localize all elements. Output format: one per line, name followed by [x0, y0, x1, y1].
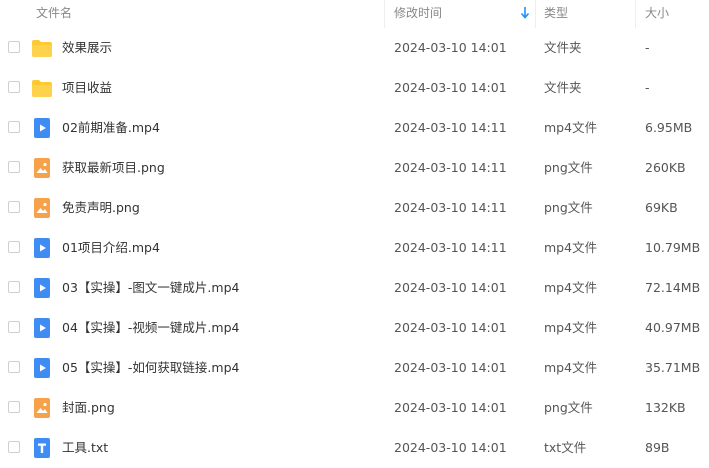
- file-size: 260KB: [645, 160, 686, 175]
- image-file-icon: [31, 397, 53, 419]
- video-file-icon: [31, 317, 53, 339]
- file-name[interactable]: 03【实操】-图文一键成片.mp4: [62, 268, 239, 308]
- file-type: png文件: [544, 400, 593, 415]
- file-modified-time: 2024-03-10 14:01: [394, 40, 507, 55]
- file-type: 文件夹: [544, 40, 582, 55]
- file-size: -: [645, 80, 650, 95]
- file-type: png文件: [544, 200, 593, 215]
- file-row[interactable]: 02前期准备.mp4 2024-03-10 14:11 mp4文件 6.95MB: [0, 108, 709, 148]
- row-checkbox[interactable]: [8, 441, 20, 453]
- column-header-modified-label: 修改时间: [394, 6, 443, 20]
- file-row[interactable]: 获取最新项目.png 2024-03-10 14:11 png文件 260KB: [0, 148, 709, 188]
- sort-descending-icon[interactable]: [519, 6, 531, 20]
- file-name[interactable]: 05【实操】-如何获取链接.mp4: [62, 348, 239, 388]
- file-modified-time: 2024-03-10 14:11: [394, 160, 507, 175]
- file-list-header: 文件名 修改时间 类型 大小: [0, 0, 709, 28]
- file-type: 文件夹: [544, 80, 582, 95]
- text-file-icon: [31, 437, 53, 459]
- row-checkbox[interactable]: [8, 121, 20, 133]
- file-type: mp4文件: [544, 320, 598, 335]
- column-header-modified[interactable]: 修改时间: [384, 0, 535, 28]
- image-file-icon: [31, 157, 53, 179]
- file-size: 89B: [645, 440, 670, 455]
- file-name[interactable]: 封面.png: [62, 388, 115, 428]
- file-type: png文件: [544, 160, 593, 175]
- file-name[interactable]: 工具.txt: [62, 428, 108, 468]
- file-name[interactable]: 获取最新项目.png: [62, 148, 165, 188]
- file-modified-time: 2024-03-10 14:01: [394, 280, 507, 295]
- file-row[interactable]: 免责声明.png 2024-03-10 14:11 png文件 69KB: [0, 188, 709, 228]
- file-row[interactable]: 04【实操】-视频一键成片.mp4 2024-03-10 14:01 mp4文件 40…: [0, 308, 709, 348]
- video-file-icon: [31, 277, 53, 299]
- file-size: 72.14MB: [645, 280, 701, 295]
- file-name[interactable]: 04【实操】-视频一键成片.mp4: [62, 308, 239, 348]
- file-type: mp4文件: [544, 360, 598, 375]
- row-checkbox[interactable]: [8, 401, 20, 413]
- file-modified-time: 2024-03-10 14:01: [394, 360, 507, 375]
- video-file-icon: [31, 117, 53, 139]
- file-row[interactable]: 效果展示 2024-03-10 14:01 文件夹 -: [0, 28, 709, 68]
- file-size: 40.97MB: [645, 320, 701, 335]
- file-type: mp4文件: [544, 120, 598, 135]
- file-name[interactable]: 01项目介绍.mp4: [62, 228, 160, 268]
- file-type: txt文件: [544, 440, 587, 455]
- folder-icon: [31, 37, 53, 59]
- file-size: 6.95MB: [645, 120, 693, 135]
- row-checkbox[interactable]: [8, 201, 20, 213]
- file-modified-time: 2024-03-10 14:01: [394, 80, 507, 95]
- file-row[interactable]: 项目收益 2024-03-10 14:01 文件夹 -: [0, 68, 709, 108]
- file-name[interactable]: 效果展示: [62, 28, 112, 68]
- file-name[interactable]: 免责声明.png: [62, 188, 140, 228]
- file-modified-time: 2024-03-10 14:01: [394, 440, 507, 455]
- column-header-type[interactable]: 类型: [535, 0, 635, 28]
- file-row[interactable]: 封面.png 2024-03-10 14:01 png文件 132KB: [0, 388, 709, 428]
- file-modified-time: 2024-03-10 14:01: [394, 400, 507, 415]
- row-checkbox[interactable]: [8, 321, 20, 333]
- file-type: mp4文件: [544, 240, 598, 255]
- row-checkbox[interactable]: [8, 81, 20, 93]
- row-checkbox[interactable]: [8, 281, 20, 293]
- folder-icon: [31, 77, 53, 99]
- file-size: 132KB: [645, 400, 686, 415]
- row-checkbox[interactable]: [8, 361, 20, 373]
- file-size: 69KB: [645, 200, 678, 215]
- row-checkbox[interactable]: [8, 41, 20, 53]
- file-list: 文件名 修改时间 类型 大小 效果展示 2024-03-10 14:01 文件夹 - 项…: [0, 0, 709, 466]
- column-header-size[interactable]: 大小: [635, 0, 709, 28]
- file-size: 10.79MB: [645, 240, 701, 255]
- image-file-icon: [31, 197, 53, 219]
- file-modified-time: 2024-03-10 14:11: [394, 120, 507, 135]
- row-checkbox[interactable]: [8, 161, 20, 173]
- file-modified-time: 2024-03-10 14:01: [394, 320, 507, 335]
- file-name[interactable]: 02前期准备.mp4: [62, 108, 160, 148]
- file-modified-time: 2024-03-10 14:11: [394, 240, 507, 255]
- video-file-icon: [31, 357, 53, 379]
- video-file-icon: [31, 237, 53, 259]
- row-checkbox[interactable]: [8, 241, 20, 253]
- column-header-name[interactable]: 文件名: [36, 0, 384, 28]
- file-row[interactable]: 03【实操】-图文一键成片.mp4 2024-03-10 14:01 mp4文件 72…: [0, 268, 709, 308]
- file-row[interactable]: 01项目介绍.mp4 2024-03-10 14:11 mp4文件 10.79MB: [0, 228, 709, 268]
- file-name[interactable]: 项目收益: [62, 68, 112, 108]
- file-type: mp4文件: [544, 280, 598, 295]
- file-row[interactable]: 05【实操】-如何获取链接.mp4 2024-03-10 14:01 mp4文件 35…: [0, 348, 709, 388]
- file-size: 35.71MB: [645, 360, 701, 375]
- file-size: -: [645, 40, 650, 55]
- file-modified-time: 2024-03-10 14:11: [394, 200, 507, 215]
- file-row[interactable]: 工具.txt 2024-03-10 14:01 txt文件 89B: [0, 428, 709, 468]
